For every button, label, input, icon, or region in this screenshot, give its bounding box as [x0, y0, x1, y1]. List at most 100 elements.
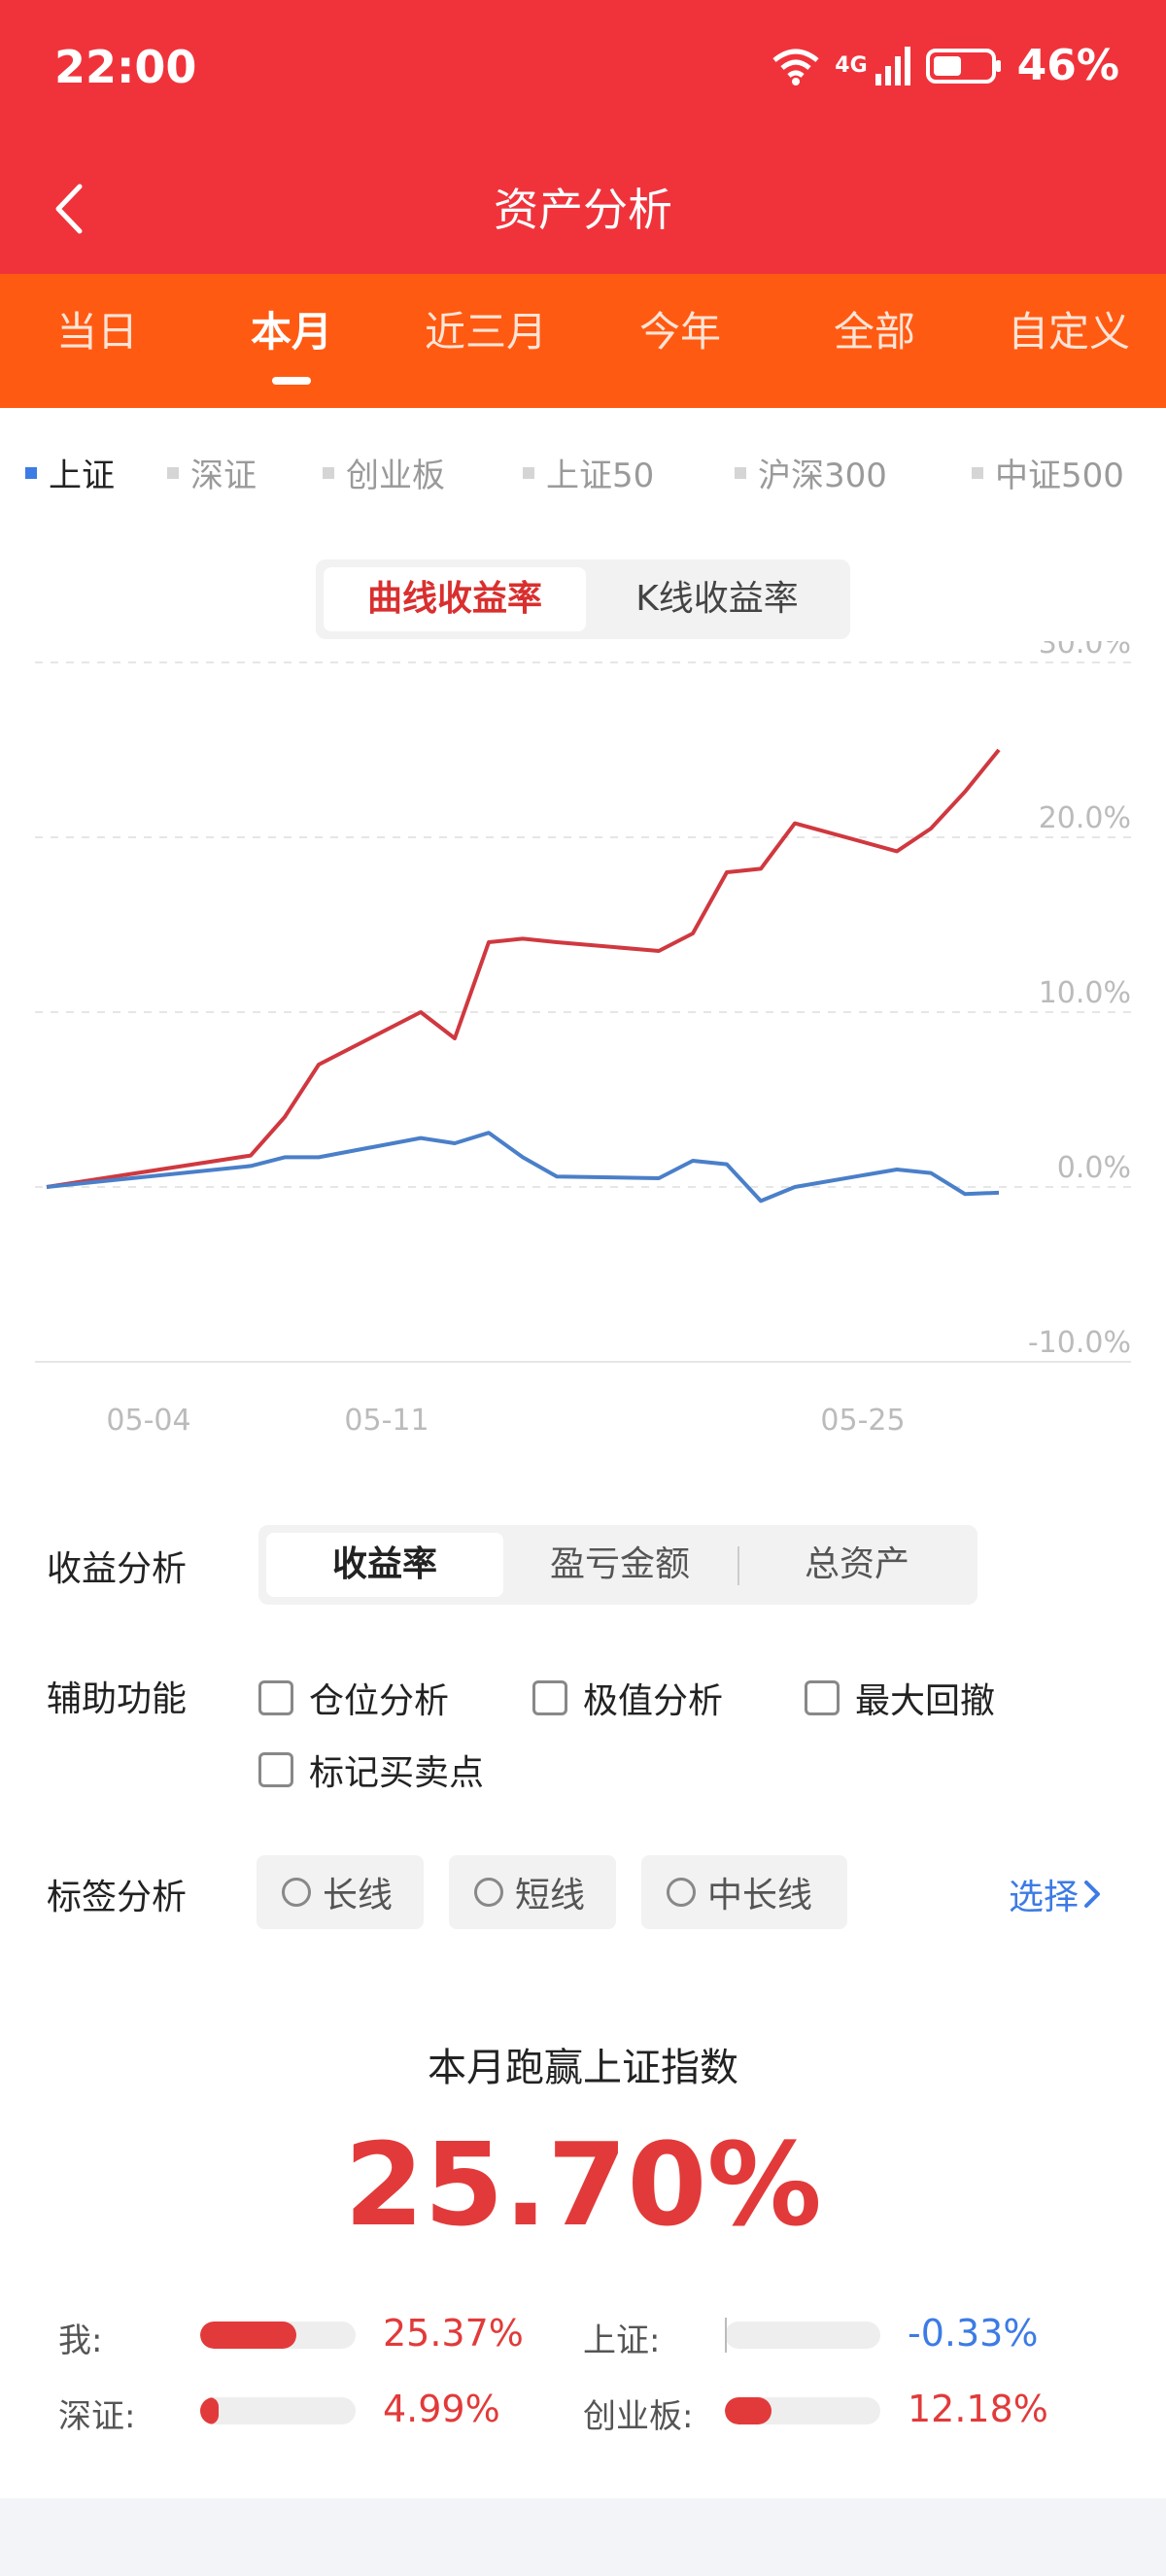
index-tab-csi500[interactable]: 中证500 [972, 449, 1124, 496]
cmp-value-chinext: 12.18% [908, 2388, 1048, 2430]
analysis-label: 收益分析 [47, 1549, 188, 1589]
status-icons: 4G 46% [771, 41, 1119, 90]
checkbox-icon [258, 1752, 293, 1787]
tab-this-year[interactable]: 今年 [583, 274, 777, 408]
index-dot [523, 466, 534, 479]
cmp-bar-fill [200, 2397, 219, 2424]
cmp-zero-marker [725, 2318, 727, 2353]
tag-mid-long-term[interactable]: 中长线 [641, 1855, 847, 1929]
tab-three-months[interactable]: 近三月 [389, 274, 583, 408]
tags-label: 标签分析 [47, 1878, 188, 1917]
checkbox-icon [532, 1680, 567, 1715]
checkbox-extreme-analysis[interactable]: 极值分析 [532, 1673, 723, 1723]
tag-label: 中长线 [707, 1876, 813, 1915]
radio-icon [474, 1878, 503, 1907]
seg-return-rate[interactable]: 收益率 [266, 1533, 503, 1597]
cmp-label-me: 我: [58, 2322, 103, 2360]
cmp-label-chinext: 创业板: [583, 2397, 694, 2436]
tag-long-term[interactable]: 长线 [257, 1855, 424, 1929]
cmp-label-shanghai: 上证: [583, 2322, 661, 2360]
index-dot [25, 466, 37, 479]
bottom-band [0, 2498, 1166, 2576]
cmp-bar-fill [200, 2322, 296, 2349]
tag-label: 长线 [323, 1876, 394, 1915]
index-tab-label: 上证50 [546, 457, 655, 495]
checkbox-icon [805, 1680, 840, 1715]
period-tabs: 当日 本月 近三月 今年 全部 自定义 [0, 274, 1166, 408]
page-title: 资产分析 [494, 184, 672, 236]
checkbox-max-drawdown[interactable]: 最大回撤 [805, 1673, 995, 1723]
tab-this-month[interactable]: 本月 [194, 274, 389, 408]
checkbox-label: 标记买卖点 [309, 1753, 485, 1793]
cmp-bar-me [200, 2322, 356, 2349]
cmp-bar-chinext [725, 2397, 880, 2424]
cmp-bar-fill [725, 2397, 772, 2424]
cmp-value-shenzhen: 4.99% [383, 2388, 500, 2430]
tab-today[interactable]: 当日 [0, 274, 194, 408]
index-dot [167, 466, 179, 479]
index-tab-chinext[interactable]: 创业板 [323, 449, 445, 496]
tag-short-term[interactable]: 短线 [449, 1855, 616, 1929]
index-tabs: 上证 深证 创业板 上证50 沪深300 中证500 [0, 449, 1166, 507]
status-time: 22:00 [54, 41, 197, 93]
tag-label: 短线 [515, 1876, 586, 1915]
wifi-icon [772, 49, 819, 85]
checkbox-mark-trades[interactable]: 标记买卖点 [258, 1745, 484, 1795]
seg-total-assets[interactable]: 总资产 [740, 1533, 974, 1597]
signal-icon [874, 46, 910, 85]
chevron-right-icon [1084, 1881, 1101, 1908]
toggle-kline-return[interactable]: K线收益率 [592, 567, 842, 631]
seg-divider [737, 1546, 739, 1585]
status-bar: 22:00 4G 46% [0, 0, 1166, 146]
seg-profit-amount[interactable]: 盈亏金额 [503, 1533, 737, 1597]
checkbox-position-analysis[interactable]: 仓位分析 [258, 1673, 449, 1723]
index-tab-shanghai[interactable]: 上证 [25, 449, 115, 496]
y-tick-label: 30.0% [1039, 641, 1131, 661]
y-tick-label: 10.0% [1039, 976, 1131, 1010]
index-tab-label: 创业板 [346, 457, 445, 495]
battery-level: 46% [1016, 41, 1119, 90]
select-tags-link[interactable]: 选择 [1009, 1869, 1106, 1919]
series-line-my-return [46, 748, 1001, 1189]
cmp-bar-shenzhen [200, 2397, 356, 2424]
y-tick-label: -10.0% [1028, 1326, 1131, 1360]
cmp-value-shanghai: -0.33% [908, 2312, 1039, 2355]
index-tab-sse50[interactable]: 上证50 [523, 449, 654, 496]
index-tab-label: 上证 [49, 457, 115, 495]
x-tick-label: 05-25 [820, 1404, 905, 1438]
index-tab-shenzhen[interactable]: 深证 [167, 449, 257, 496]
network-type: 4G [835, 53, 868, 78]
x-tick-label: 05-11 [344, 1404, 429, 1438]
checkbox-label: 仓位分析 [309, 1681, 450, 1721]
index-tab-csi300[interactable]: 沪深300 [735, 449, 887, 496]
y-tick-label: 0.0% [1057, 1151, 1131, 1185]
index-tab-label: 中证500 [995, 457, 1124, 495]
index-tab-label: 沪深300 [758, 457, 887, 495]
index-dot [323, 466, 334, 479]
summary-value: 25.70% [344, 2118, 822, 2252]
summary-title: 本月跑赢上证指数 [428, 2046, 738, 2090]
tab-custom[interactable]: 自定义 [972, 274, 1166, 408]
checkbox-label: 最大回撤 [855, 1681, 996, 1721]
battery-icon [925, 48, 1001, 84]
x-tick-label: 05-04 [106, 1404, 190, 1438]
select-label: 选择 [1009, 1878, 1080, 1917]
checkbox-label: 极值分析 [583, 1681, 724, 1721]
index-dot [735, 466, 746, 479]
analysis-segment: 收益率 盈亏金额 总资产 [258, 1525, 977, 1605]
cmp-value-me: 25.37% [383, 2312, 524, 2355]
radio-icon [667, 1878, 696, 1907]
index-dot [972, 466, 983, 479]
page-header: 资产分析 [0, 146, 1166, 274]
chart-type-toggle: 曲线收益率 K线收益率 [316, 559, 850, 639]
y-tick-label: 20.0% [1039, 801, 1131, 835]
return-line-chart: 30.0% 20.0% 10.0% 0.0% -10.0% 05-04 05-11 05-25 [35, 641, 1131, 1438]
cmp-bar-shanghai [725, 2322, 880, 2349]
index-tab-label: 深证 [190, 457, 257, 495]
aux-label: 辅助功能 [47, 1679, 188, 1719]
tab-all[interactable]: 全部 [777, 274, 972, 408]
checkbox-icon [258, 1680, 293, 1715]
cmp-label-shenzhen: 深证: [58, 2397, 136, 2436]
radio-icon [282, 1878, 311, 1907]
toggle-curve-return[interactable]: 曲线收益率 [324, 567, 586, 631]
